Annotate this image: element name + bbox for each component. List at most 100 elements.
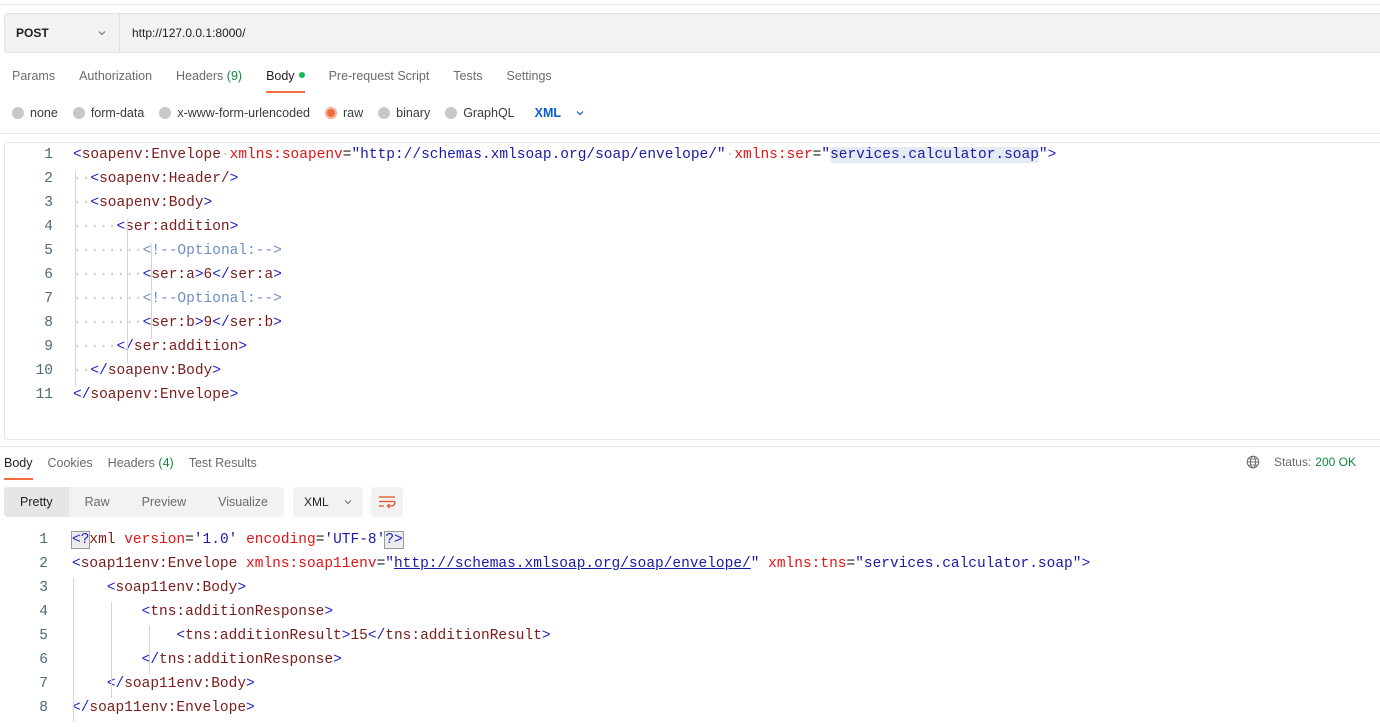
- line-number: 5: [44, 243, 53, 259]
- code-line: 3 ··<soapenv:Body>: [5, 191, 1380, 215]
- chevron-down-icon: [344, 500, 352, 505]
- status-label: Status:: [1273, 455, 1312, 469]
- response-format-select[interactable]: XML: [293, 487, 363, 517]
- code-line: 6 ········<ser:a>6</ser:a>: [5, 263, 1380, 287]
- view-visualize-button[interactable]: Visualize: [202, 487, 284, 517]
- line-number: 9: [44, 339, 53, 355]
- code-line: 11 </soapenv:Envelope>: [5, 383, 1380, 407]
- tab-label: Test Results: [188, 456, 257, 470]
- response-body-viewer[interactable]: 1 <?xml version='1.0' encoding='UTF-8'?> 2…: [0, 528, 1380, 727]
- indent-guide: [151, 243, 152, 339]
- tab-headers[interactable]: Headers (9): [176, 68, 242, 94]
- radio-label: GraphQL: [463, 106, 515, 120]
- view-raw-button[interactable]: Raw: [69, 487, 126, 517]
- code-text: ········<ser:a>6</ser:a>: [73, 267, 282, 283]
- line-number: 7: [39, 676, 48, 692]
- code-line: 9 ·····</ser:addition>: [5, 335, 1380, 359]
- radio-icon: [12, 107, 24, 119]
- radio-x-www-form-urlencoded[interactable]: x-www-form-urlencoded: [159, 106, 310, 120]
- radio-none[interactable]: none: [12, 106, 58, 120]
- tab-settings[interactable]: Settings: [506, 68, 551, 94]
- code-line: 8 ········<ser:b>9</ser:b>: [5, 311, 1380, 335]
- code-text: ········<!--Optional:-->: [73, 291, 282, 307]
- radio-label: none: [30, 106, 58, 120]
- line-number: 7: [44, 291, 53, 307]
- code-text: ··<soapenv:Header/>: [73, 171, 239, 187]
- line-number: 8: [39, 700, 48, 716]
- code-text: <soapenv:Envelope·xmlns:soapenv="http://…: [73, 147, 1057, 163]
- code-text: ·····<ser:addition>: [73, 219, 239, 235]
- line-number: 3: [39, 580, 48, 596]
- code-line: 1 <soapenv:Envelope·xmlns:soapenv="http:/…: [5, 143, 1380, 167]
- wrap-lines-button[interactable]: [371, 487, 403, 517]
- tab-params[interactable]: Params: [12, 68, 55, 94]
- response-format-label: XML: [304, 495, 329, 509]
- status-code: 200 OK: [1315, 455, 1356, 469]
- tab-label: Headers: [107, 456, 155, 470]
- tab-label: Authorization: [79, 69, 153, 83]
- code-text: </tns:additionResponse>: [141, 652, 342, 668]
- response-tab-cookies[interactable]: Cookies: [48, 455, 93, 481]
- tab-tests[interactable]: Tests: [453, 68, 482, 94]
- view-preview-button[interactable]: Preview: [126, 487, 202, 517]
- raw-language-label: XML: [534, 106, 562, 120]
- method-select[interactable]: POST: [5, 14, 120, 52]
- response-tabs: Body Cookies Headers (4) Test Results: [4, 455, 272, 481]
- view-pretty-button[interactable]: Pretty: [4, 487, 69, 517]
- radio-raw[interactable]: raw: [325, 106, 363, 120]
- code-line: 8 </soap11env:Envelope>: [0, 696, 1380, 720]
- indent-guide: [75, 171, 76, 387]
- code-text: </soapenv:Envelope>: [73, 387, 239, 403]
- code-text: ········<ser:b>9</ser:b>: [73, 315, 282, 331]
- code-line: 5 ········<!--Optional:-->: [5, 239, 1380, 263]
- line-number: 1: [39, 532, 48, 548]
- request-url-bar: POST: [4, 13, 1380, 53]
- radio-binary[interactable]: binary: [378, 106, 430, 120]
- code-text: </soap11env:Body>: [106, 676, 255, 692]
- url-input[interactable]: [120, 14, 1380, 52]
- tab-label: Pre-request Script: [328, 69, 430, 83]
- body-indicator-dot: [298, 72, 305, 78]
- raw-language-select[interactable]: XML: [535, 106, 585, 120]
- line-number: 4: [44, 219, 53, 235]
- response-tab-body[interactable]: Body: [4, 455, 33, 481]
- tab-pre-request-script[interactable]: Pre-request Script: [329, 68, 430, 94]
- indent-guide: [73, 578, 74, 722]
- tab-body[interactable]: Body: [266, 68, 305, 94]
- response-tab-test-results[interactable]: Test Results: [189, 455, 257, 481]
- line-number: 3: [44, 195, 53, 211]
- code-text: ·····</ser:addition>: [73, 339, 248, 355]
- line-number: 2: [39, 556, 48, 572]
- tab-label: Headers: [176, 69, 224, 83]
- radio-label: x-www-form-urlencoded: [177, 106, 310, 120]
- radio-graphql[interactable]: GraphQL: [445, 106, 515, 120]
- response-view-modes: Pretty Raw Preview Visualize: [4, 487, 284, 517]
- divider: [0, 133, 1380, 134]
- code-text: ········<!--Optional:-->: [73, 243, 282, 259]
- response-tab-headers[interactable]: Headers (4): [108, 455, 174, 481]
- code-line: 4 <tns:additionResponse>: [0, 600, 1380, 624]
- globe-icon[interactable]: [1246, 455, 1260, 469]
- response-status: Status: 200 OK: [1246, 455, 1356, 469]
- request-body-editor[interactable]: 1 <soapenv:Envelope·xmlns:soapenv="http:/…: [4, 142, 1380, 440]
- radio-icon: [159, 107, 172, 119]
- tab-label: Cookies: [47, 456, 93, 470]
- headers-count: (9): [226, 69, 243, 83]
- radio-icon: [378, 107, 391, 119]
- chevron-down-icon: [98, 31, 106, 36]
- tab-authorization[interactable]: Authorization: [79, 68, 152, 94]
- line-number: 4: [39, 604, 48, 620]
- line-number: 1: [44, 147, 53, 163]
- radio-form-data[interactable]: form-data: [72, 106, 145, 120]
- code-line: 7 ········<!--Optional:-->: [5, 287, 1380, 311]
- code-line: 2 <soap11env:Envelope xmlns:soap11env="ht…: [0, 552, 1380, 576]
- code-text: <soap11env:Envelope xmlns:soap11env="htt…: [72, 556, 1091, 572]
- tab-label: Settings: [506, 69, 552, 83]
- code-line: 2 ··<soapenv:Header/>: [5, 167, 1380, 191]
- code-line: 1 <?xml version='1.0' encoding='UTF-8'?>: [0, 528, 1380, 552]
- code-text: ··</soapenv:Body>: [73, 363, 221, 379]
- chevron-down-icon: [576, 111, 584, 116]
- request-tabs: Params Authorization Headers (9) Body Pr…: [12, 68, 576, 94]
- radio-label: form-data: [90, 106, 145, 120]
- code-line: 10 ··</soapenv:Body>: [5, 359, 1380, 383]
